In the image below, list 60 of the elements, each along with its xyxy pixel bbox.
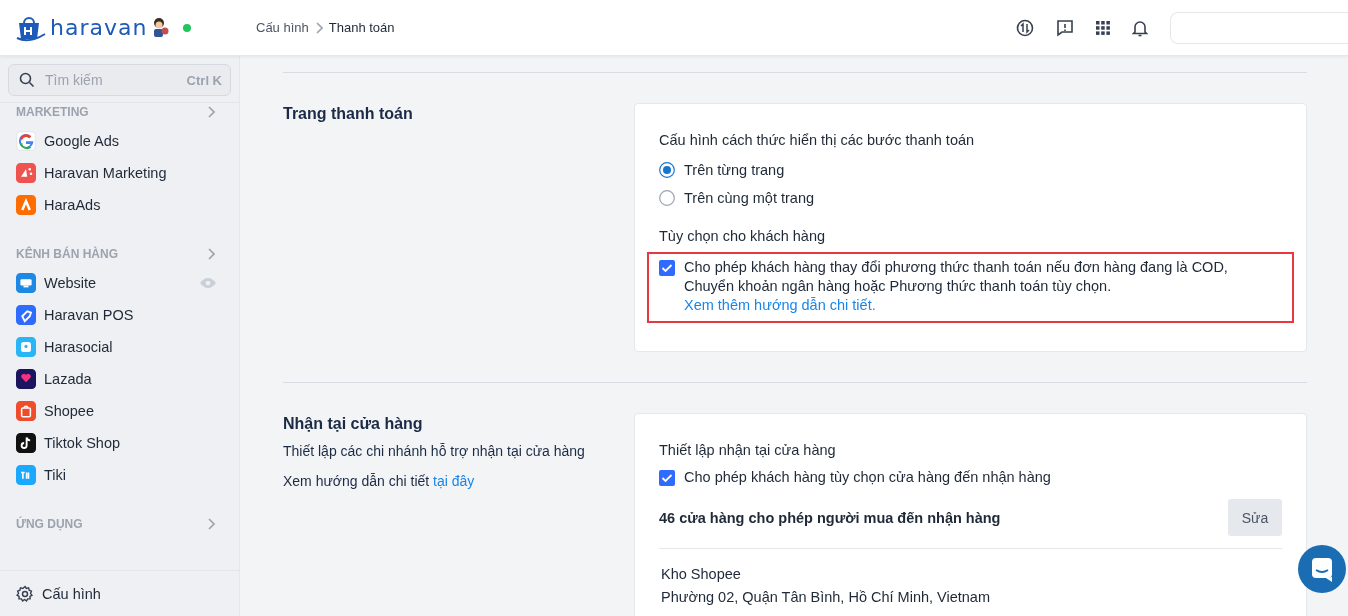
section-heading: KÊNH BÁN HÀNG [16,247,118,261]
checkbox[interactable] [659,260,675,276]
sidebar-item[interactable]: Website [16,267,215,299]
help-link[interactable]: tại đây [433,473,475,489]
sidebar-item[interactable]: Harasocial [16,331,215,363]
sidebar-item[interactable]: Lazada [16,363,215,395]
sidebar-item[interactable]: Haravan POS [16,299,215,331]
sidebar-item[interactable]: Tiktok Shop [16,427,215,459]
group-heading: Cấu hình cách thức hiển thị các bước thanh toán [659,132,976,148]
edit-button[interactable]: Sửa [1228,499,1282,536]
shopee-icon [16,401,36,421]
chat-bubble-icon[interactable] [1298,545,1346,593]
checkbox-label[interactable]: Cho phép khách hàng tùy chọn cửa hàng đến nhận hàng [684,468,1051,487]
search-placeholder: Tìm kiếm [45,72,104,88]
breadcrumb-link[interactable]: Thanh toán [328,20,395,35]
swap-circle-icon[interactable] [1016,18,1034,37]
sidebar-item[interactable]: HaraAds [16,189,215,221]
radio-button[interactable] [659,190,675,206]
group-heading: Tùy chọn cho khách hàng [659,228,827,244]
feedback-icon[interactable] [1056,18,1074,37]
website-icon [16,273,36,293]
chevron-icon [314,21,323,34]
lazada-icon [16,369,36,389]
pos-icon [16,305,36,325]
settings-icon [16,584,34,603]
app-grid-icon[interactable] [1096,20,1110,35]
search-icon [19,72,35,88]
radio-label[interactable]: Trên cùng một trang [684,190,815,206]
radio-label[interactable]: Trên từng trang [684,162,785,178]
sidebar-item[interactable]: Haravan Marketing [16,157,215,189]
account-field[interactable] [1170,11,1348,44]
tiktok-icon [16,433,36,453]
google-icon [16,131,36,151]
section-heading: ỨNG DỤNG [16,517,83,531]
settings-item[interactable]: Cấu hình [0,570,239,616]
tiki-icon [16,465,36,485]
sidebar-item[interactable]: Tiki [16,459,215,491]
radio-button[interactable] [659,162,675,178]
section-heading: MARKETING [16,105,89,119]
section-title: Nhận tại cửa hàng [283,415,424,433]
haraads-icon [16,195,36,215]
mascot-icon [151,16,170,39]
breadcrumb-link[interactable]: Cấu hình [256,20,309,35]
guide-link[interactable]: Xem thêm hướng dẫn chi tiết. [684,297,876,313]
help-text: Xem hướng dẫn chi tiết tại đây [283,473,476,489]
section-description: Thiết lập các chi nhánh hỗ trợ nhận tại cửa hàng [283,443,586,459]
store-count-text: 46 cửa hàng cho phép người mua đến nhận hàng [659,509,1001,526]
logo-text: haravan [50,15,148,40]
shortcut-hint: Ctrl K [186,72,222,88]
bell-icon[interactable] [1132,18,1148,37]
store-name: Kho Shopee [661,565,742,584]
checkbox-label[interactable]: Cho phép khách hàng thay đổi phương thức thanh toán nếu đơn hàng đang là COD, Chuyển khoản ngân hàng hoặc Phương thức thanh toán tùy chọn. Xem thêm hướng dẫn chi tiết. [684,258,1269,315]
checkbox[interactable] [659,470,675,486]
marketing-icon [16,163,36,183]
sidebar-item[interactable]: Google Ads [16,125,215,157]
section-title: Trang thanh toán [283,105,414,123]
sidebar-item[interactable]: Shopee [16,395,215,427]
group-heading: Thiết lập nhận tại cửa hàng [659,442,837,458]
harasocial-icon [16,337,36,357]
store-address: Phường 02, Quận Tân Bình, Hồ Chí Minh, Vietnam [661,588,991,607]
